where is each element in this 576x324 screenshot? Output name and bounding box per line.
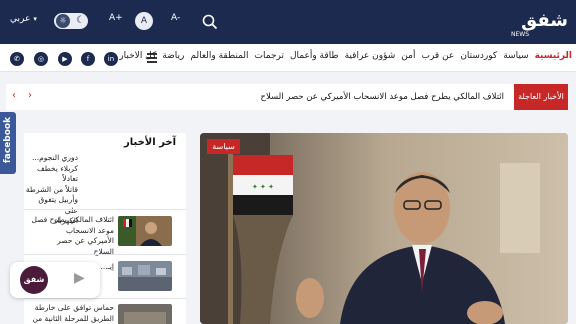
moon-icon: ☾ <box>76 15 85 26</box>
featured-article[interactable]: ✦ ✦ ✦ سياسة <box>200 133 568 324</box>
facebook-icon[interactable]: f <box>81 52 95 66</box>
font-default-button[interactable]: A <box>135 12 153 30</box>
divider <box>24 298 186 299</box>
nav-item-security[interactable]: أمن <box>401 51 415 61</box>
font-increase-button[interactable]: A+ <box>109 13 123 23</box>
breaking-news-label: الأخبار العاجلة <box>514 84 568 110</box>
language-selector[interactable]: عربي ▾ <box>10 14 37 24</box>
breaking-news-bar: ‹ › ائتلاف المالكي يطرح فصل موعد الانسحا… <box>6 84 568 110</box>
linkedin-icon[interactable]: in <box>104 52 118 66</box>
category-badge[interactable]: سياسة <box>207 139 240 154</box>
chevron-right-icon[interactable]: › <box>28 90 32 101</box>
search-icon[interactable] <box>202 14 218 30</box>
breaking-headline[interactable]: ائتلاف المالكي يطرح فصل موعد الانسحاب ال… <box>260 92 504 102</box>
divider <box>24 254 186 255</box>
nav-item-translations[interactable]: ترجمات <box>255 51 284 61</box>
facebook-tab-label: facebook <box>3 116 13 164</box>
nav-item-all-news[interactable]: كل الاخبار <box>119 51 156 61</box>
news-thumbnail[interactable] <box>118 304 172 324</box>
whatsapp-icon[interactable]: ✆ <box>10 52 24 66</box>
latest-news-item[interactable]: ائتلاف المالكي يطرح فصل موعد الانسحاب ال… <box>32 215 115 257</box>
nav-items: الرئيسية سياسة كوردستان عن قرب أمن شؤون … <box>119 51 572 61</box>
youtube-icon[interactable]: ▶ <box>58 52 72 66</box>
nav-item-kurdistan[interactable]: كوردستان <box>460 51 497 61</box>
language-label: عربي <box>10 14 31 24</box>
featured-image: ✦ ✦ ✦ <box>200 133 568 324</box>
top-bar: عربي ▾ ☼ ☾ A+ A A- شفق NEWS <box>0 0 576 44</box>
nav-item-politics[interactable]: سياسة <box>503 51 528 61</box>
nav-item-close-up[interactable]: عن قرب <box>421 51 454 61</box>
nav-item-energy-business[interactable]: طاقة وأعمال <box>290 51 339 61</box>
logo-text: شفق <box>521 10 568 31</box>
news-thumbnail[interactable] <box>118 261 172 291</box>
facebook-side-tab[interactable]: facebook <box>0 112 16 174</box>
svg-text:✦ ✦ ✦: ✦ ✦ ✦ <box>252 183 274 191</box>
nav-item-iraqi-affairs[interactable]: شؤون عراقية <box>345 51 396 61</box>
divider <box>24 209 186 210</box>
nav-item-home[interactable]: الرئيسية <box>535 51 572 61</box>
latest-news-item[interactable]: إيـ... <box>100 262 114 273</box>
nav-item-sports[interactable]: رياضة <box>162 51 184 61</box>
font-decrease-button[interactable]: A- <box>171 13 180 23</box>
logo-sub: NEWS <box>511 31 529 38</box>
player-logo: شفق <box>20 266 48 294</box>
latest-news-item[interactable]: حماس توافق على خارطة الطريق للمرحلة الثا… <box>32 303 114 324</box>
dark-mode-toggle[interactable]: ☼ ☾ <box>54 13 88 29</box>
nav-item-region-world[interactable]: المنطقة والعالم <box>190 51 248 61</box>
latest-news-title: آخر الأخبار <box>123 137 176 148</box>
sun-icon: ☼ <box>56 14 70 28</box>
main-nav: ✆ ◎ ▶ f in الرئيسية سياسة كوردستان عن قر… <box>0 44 576 72</box>
chevron-down-icon: ▾ <box>33 15 37 23</box>
audio-player-widget[interactable]: شفق ▶ <box>10 262 100 298</box>
logo-mark: شفق NEWS <box>511 10 568 38</box>
site-logo[interactable]: شفق NEWS <box>510 6 568 38</box>
news-thumbnail[interactable] <box>118 216 172 246</box>
play-icon[interactable]: ▶ <box>74 270 85 286</box>
instagram-icon[interactable]: ◎ <box>34 52 48 66</box>
chevron-left-icon[interactable]: ‹ <box>12 90 16 101</box>
